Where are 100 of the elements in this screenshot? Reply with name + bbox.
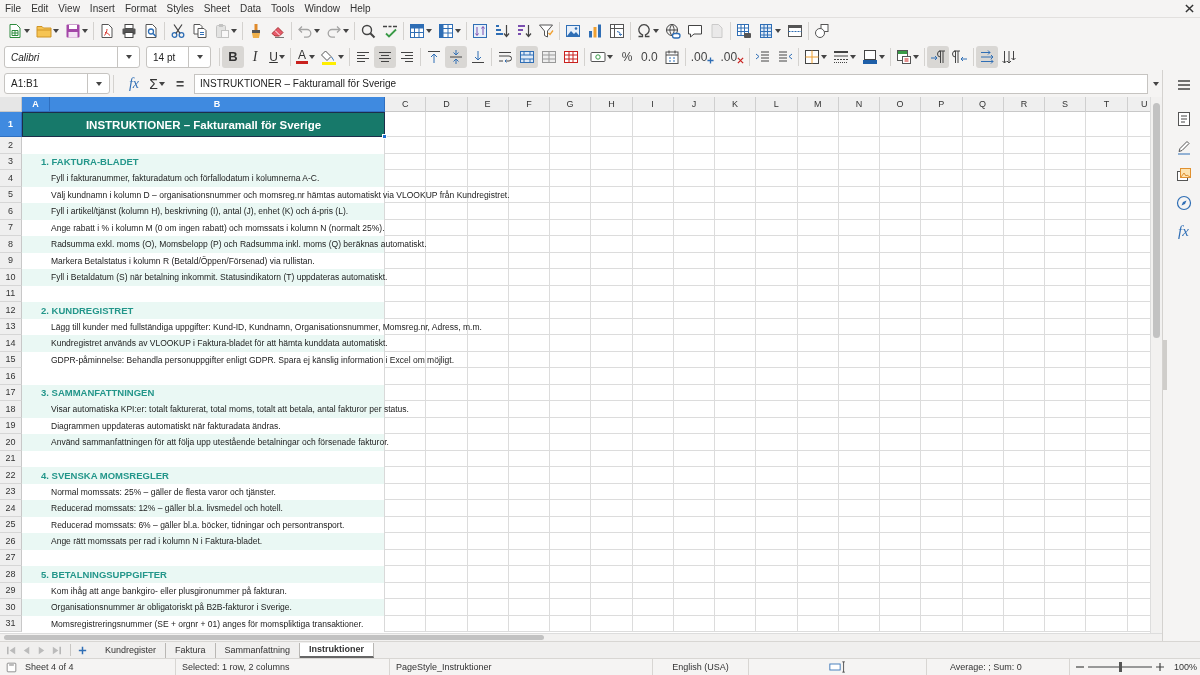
formula-button[interactable]: = bbox=[169, 72, 191, 95]
column-header[interactable]: H bbox=[591, 97, 633, 112]
row-header[interactable]: 1 bbox=[0, 112, 22, 137]
menu-item[interactable]: View bbox=[53, 1, 85, 16]
bold-button[interactable]: B bbox=[222, 46, 244, 68]
pictures-icon bbox=[1175, 167, 1192, 183]
font-size-combo[interactable]: 14 pt bbox=[146, 46, 211, 68]
menu-item[interactable]: Edit bbox=[26, 1, 54, 16]
formula-input[interactable]: INSTRUKTIONER – Fakturamall för Sverige bbox=[194, 73, 1148, 94]
row-header[interactable]: 14 bbox=[0, 335, 22, 352]
menu-item[interactable]: Tools bbox=[266, 1, 300, 16]
sheet-position: Sheet 4 of 4 bbox=[25, 662, 74, 672]
document-lines-icon bbox=[1175, 111, 1192, 127]
caret-icon bbox=[96, 81, 102, 86]
column-header[interactable]: R bbox=[1003, 97, 1045, 112]
column-header[interactable]: C bbox=[385, 97, 427, 112]
row-header[interactable]: 18 bbox=[0, 401, 22, 418]
column-header[interactable]: D bbox=[426, 97, 468, 112]
align-center-button[interactable] bbox=[374, 46, 396, 68]
row-header[interactable]: 4 bbox=[0, 170, 22, 187]
column-header[interactable]: A bbox=[22, 97, 50, 112]
table-rows-icon bbox=[409, 23, 425, 39]
fill-handle-icon[interactable] bbox=[382, 134, 387, 139]
row-header[interactable]: 12 bbox=[0, 302, 22, 319]
column-header[interactable]: S bbox=[1045, 97, 1087, 112]
column-header[interactable]: O bbox=[880, 97, 922, 112]
column-header[interactable]: N bbox=[838, 97, 880, 112]
underline-button[interactable]: U bbox=[266, 46, 288, 68]
scrollbar-thumb[interactable] bbox=[4, 635, 544, 640]
column-header[interactable]: T bbox=[1086, 97, 1128, 112]
sidebar-collapse-handle[interactable] bbox=[1163, 340, 1167, 390]
percent-button[interactable]: % bbox=[616, 46, 638, 68]
menu-item[interactable]: Sheet bbox=[198, 1, 235, 16]
box-cursor-icon[interactable] bbox=[828, 661, 847, 673]
function-wizard-button[interactable]: fx bbox=[123, 72, 145, 95]
zoom-level[interactable]: 100% bbox=[1174, 662, 1198, 672]
caret-icon bbox=[314, 29, 320, 33]
funnel-icon bbox=[538, 23, 554, 39]
plus-icon[interactable] bbox=[77, 644, 88, 656]
left-to-right-button[interactable] bbox=[927, 46, 950, 68]
name-box[interactable]: A1:B1 bbox=[4, 73, 110, 94]
column-header[interactable]: Q bbox=[962, 97, 1004, 112]
column-header[interactable]: U bbox=[1127, 97, 1150, 112]
omega-icon bbox=[636, 23, 652, 39]
row-header[interactable]: 8 bbox=[0, 236, 22, 253]
slider-thumb[interactable] bbox=[1118, 662, 1122, 672]
column-header[interactable]: F bbox=[508, 97, 550, 112]
menu-item[interactable]: Styles bbox=[161, 1, 199, 16]
column-header[interactable]: B bbox=[50, 97, 385, 112]
row-header[interactable]: 24 bbox=[0, 500, 22, 517]
row-header[interactable]: 10 bbox=[0, 269, 22, 286]
delete-decimal-button[interactable]: .00 bbox=[717, 46, 748, 68]
caret-icon bbox=[126, 55, 132, 59]
arrow-to-start-icon[interactable] bbox=[6, 644, 17, 656]
sheet-tab[interactable]: Instruktioner bbox=[300, 642, 375, 658]
row-header[interactable]: 30 bbox=[0, 599, 22, 616]
row-header[interactable]: 20 bbox=[0, 434, 22, 451]
row-header[interactable]: 22 bbox=[0, 467, 22, 484]
sum-button[interactable]: Σ bbox=[146, 72, 168, 95]
text-horizontal-button[interactable] bbox=[976, 46, 999, 68]
align-middle-icon bbox=[448, 49, 464, 65]
sheet-tab[interactable]: Kundregister bbox=[96, 642, 167, 658]
plus-icon bbox=[707, 57, 715, 64]
column-header[interactable]: K bbox=[715, 97, 757, 112]
row-header[interactable]: 26 bbox=[0, 533, 22, 550]
column-header[interactable]: I bbox=[632, 97, 674, 112]
row-header[interactable]: 16 bbox=[0, 368, 22, 385]
close-icon[interactable] bbox=[1185, 4, 1194, 13]
row-header[interactable]: 2 bbox=[0, 137, 22, 154]
vertical-scrollbar[interactable] bbox=[1150, 97, 1162, 633]
functions-button[interactable]: fx bbox=[1171, 219, 1196, 243]
italic-button[interactable]: I bbox=[244, 46, 266, 68]
scrollbar-thumb[interactable] bbox=[1153, 103, 1160, 338]
frame-bar-icon bbox=[862, 49, 879, 65]
column-header[interactable]: J bbox=[673, 97, 715, 112]
row-header[interactable]: 28 bbox=[0, 566, 22, 583]
font-name-combo[interactable]: Calibri bbox=[4, 46, 140, 68]
menu-item[interactable]: File bbox=[0, 1, 27, 16]
menu-item[interactable]: Help bbox=[345, 1, 376, 16]
minus-icon[interactable] bbox=[1076, 663, 1084, 671]
ascending-bars-arrow-icon bbox=[494, 23, 510, 39]
column-header[interactable]: G bbox=[550, 97, 592, 112]
menu-item[interactable]: Format bbox=[119, 1, 162, 16]
merge-center-button[interactable] bbox=[516, 46, 538, 68]
column-header[interactable]: E bbox=[467, 97, 509, 112]
instruction-text: Momsregistreringsnummer (SE + orgnr + 01) anges för momspliktiga transaktioner. bbox=[51, 618, 364, 629]
number-format-button[interactable]: 0.0 bbox=[638, 46, 661, 68]
column-header[interactable]: L bbox=[756, 97, 798, 112]
language[interactable]: English (USA) bbox=[672, 662, 729, 672]
plus-icon[interactable] bbox=[1156, 663, 1164, 671]
column-header[interactable]: P bbox=[921, 97, 963, 112]
sheet-tab[interactable]: Faktura bbox=[166, 642, 216, 658]
font-color-button[interactable]: A bbox=[293, 46, 318, 68]
column-header[interactable]: M bbox=[797, 97, 839, 112]
align-top-icon bbox=[426, 49, 442, 65]
menu-item[interactable]: Insert bbox=[84, 1, 120, 16]
menu-item[interactable]: Data bbox=[234, 1, 267, 16]
menu-item[interactable]: Window bbox=[299, 1, 345, 16]
row-header[interactable]: 6 bbox=[0, 203, 22, 220]
add-decimal-button[interactable]: .00 bbox=[687, 46, 718, 68]
